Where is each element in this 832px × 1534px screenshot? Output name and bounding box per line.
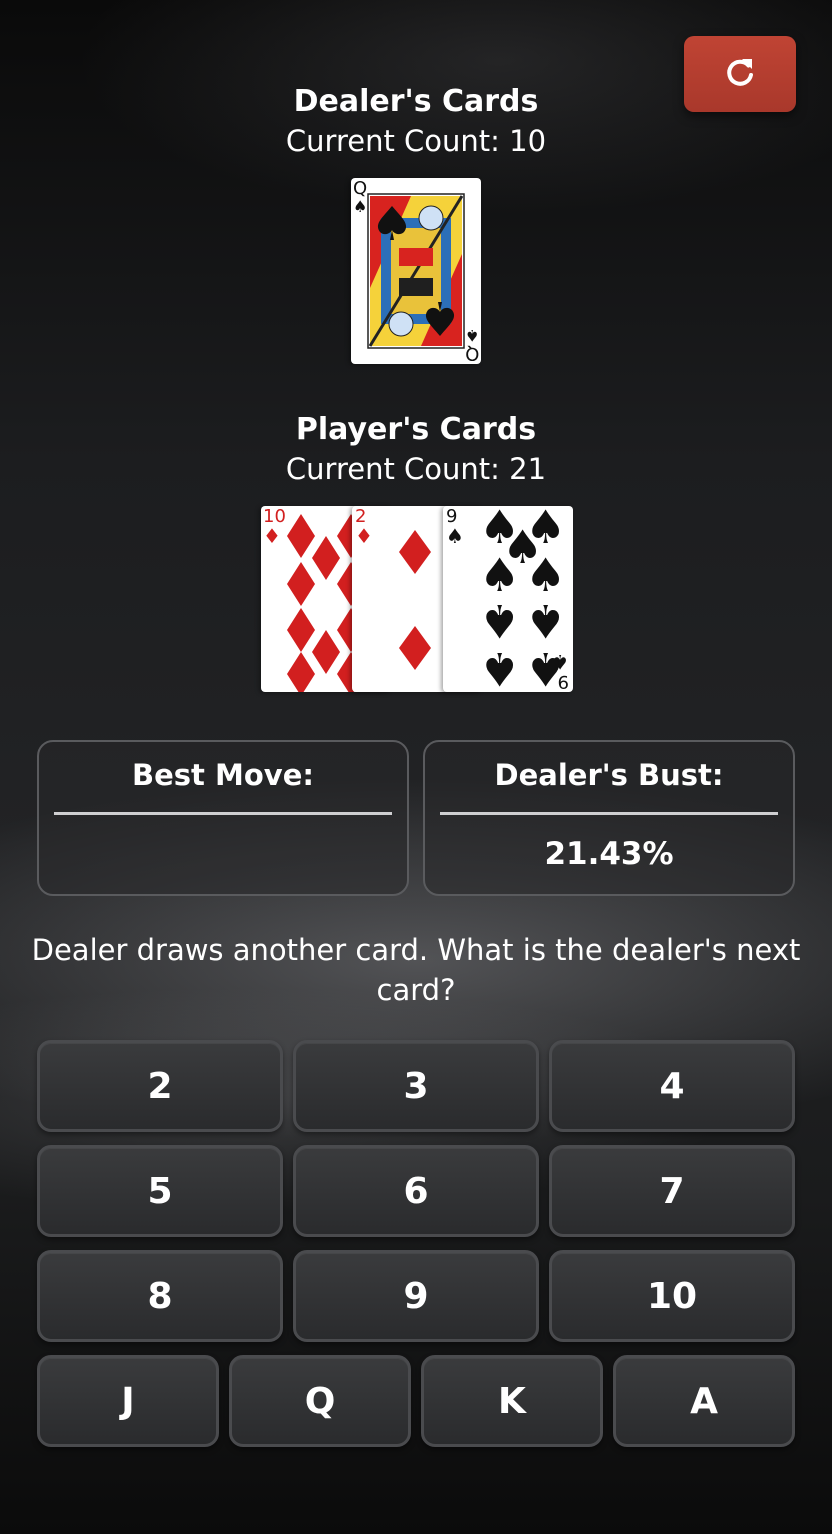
dealer-card-queen-of-spades: Q ♠ Q ♠ (351, 178, 481, 364)
card-key-9[interactable]: 9 (293, 1250, 539, 1342)
dealer-bust-label: Dealer's Bust: (494, 758, 724, 792)
next-card-prompt: Dealer draws another card. What is the d… (31, 933, 801, 1007)
player-card-9-of-spades: 9 ♠ 9 ♠ ♠ ♠ ♠ ♠ ♠ ♠ ♠ ♠ ♠ (443, 506, 573, 692)
card-key-4[interactable]: 4 (549, 1040, 795, 1132)
dealer-bust-divider (440, 812, 778, 815)
card-key-j[interactable]: J (37, 1355, 219, 1447)
card-key-6[interactable]: 6 (293, 1145, 539, 1237)
card-key-5[interactable]: 5 (37, 1145, 283, 1237)
card-key-10[interactable]: 10 (549, 1250, 795, 1342)
best-move-label: Best Move: (132, 758, 314, 792)
card-key-8[interactable]: 8 (37, 1250, 283, 1342)
player-count: Current Count: 21 (285, 452, 547, 486)
dealer-count: Current Count: 10 (285, 124, 547, 158)
card-key-2[interactable]: 2 (37, 1040, 283, 1132)
best-move-divider (54, 812, 392, 815)
card-key-a[interactable]: A (613, 1355, 795, 1447)
card-key-3[interactable]: 3 (293, 1040, 539, 1132)
player-cards-title: Player's Cards (295, 412, 537, 447)
dealer-bust-value: 21.43% (544, 836, 674, 872)
card-key-7[interactable]: 7 (549, 1145, 795, 1237)
dealer-cards-title: Dealer's Cards (293, 84, 539, 119)
dealer-bust-panel: Dealer's Bust: 21.43% (423, 740, 795, 896)
best-move-panel: Best Move: (37, 740, 409, 896)
card-key-k[interactable]: K (421, 1355, 603, 1447)
card-key-q[interactable]: Q (229, 1355, 411, 1447)
